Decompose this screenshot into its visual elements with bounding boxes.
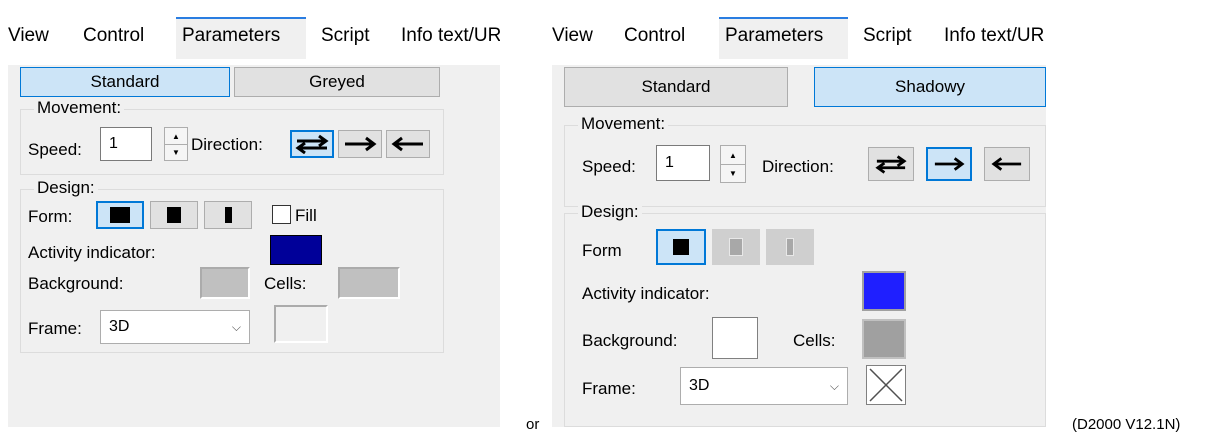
tab-parameters[interactable]: Parameters [176, 17, 306, 59]
bidirectional-arrows-icon [295, 134, 329, 154]
form-medium-button[interactable] [712, 229, 760, 265]
speed-stepper[interactable]: ▲ ▼ [720, 145, 746, 183]
tab-view[interactable]: View [552, 25, 593, 47]
direction-left-button[interactable] [386, 130, 430, 158]
fill-checkbox[interactable] [272, 205, 291, 224]
chevron-down-icon: ⌵ [829, 379, 839, 393]
x-cross-icon [869, 368, 903, 402]
speed-label: Speed: [28, 140, 82, 159]
shadowy-toggle-button[interactable]: Shadowy [814, 67, 1046, 107]
tab-info-text[interactable]: Info text/UR [944, 25, 1044, 47]
background-color-swatch[interactable] [200, 267, 250, 299]
speed-input[interactable]: 1 [100, 127, 152, 161]
activity-indicator-label: Activity indicator: [28, 243, 156, 262]
direction-label: Direction: [191, 135, 263, 154]
movement-group-label: Movement: [578, 114, 669, 134]
frame-label: Frame: [582, 379, 636, 398]
frame-select[interactable]: 3D ⌵ [100, 310, 250, 344]
spin-up-icon[interactable]: ▲ [721, 146, 745, 165]
bidirectional-arrows-icon [875, 155, 907, 174]
tab-view[interactable]: View [8, 25, 49, 47]
cells-color-swatch[interactable] [862, 319, 906, 359]
tab-control[interactable]: Control [83, 25, 144, 47]
greyed-toggle-button[interactable]: Greyed [234, 67, 440, 97]
tab-bar: View Control Parameters Script Info text… [8, 17, 500, 65]
form-medium-button[interactable] [150, 201, 198, 229]
tab-script[interactable]: Script [321, 25, 370, 47]
speed-stepper[interactable]: ▲ ▼ [164, 127, 188, 161]
right-arrow-icon [345, 136, 377, 152]
frame-select[interactable]: 3D ⌵ [680, 367, 848, 405]
form-narrow-button[interactable] [204, 201, 252, 229]
speed-input[interactable]: 1 [656, 145, 710, 181]
cells-label: Cells: [264, 274, 307, 293]
frame-preview[interactable] [274, 305, 328, 343]
direction-both-button[interactable] [868, 147, 914, 181]
spin-up-icon[interactable]: ▲ [165, 128, 187, 145]
cells-label: Cells: [793, 331, 836, 350]
design-group-label: Design: [34, 178, 98, 198]
direction-right-button[interactable] [338, 130, 382, 158]
narrow-block-icon [224, 207, 232, 223]
activity-indicator-color-swatch[interactable] [862, 271, 906, 311]
background-label: Background: [28, 274, 124, 293]
tab-info-text[interactable]: Info text/UR [401, 25, 500, 47]
tab-bar: View Control Parameters Script Info text… [552, 17, 1046, 65]
chevron-down-icon: ⌵ [231, 320, 241, 334]
movement-group-label: Movement: [34, 98, 125, 118]
version-caption: (D2000 V12.1N) [1072, 416, 1181, 433]
speed-label: Speed: [582, 157, 636, 176]
direction-label: Direction: [762, 157, 834, 176]
frame-preview[interactable] [866, 365, 906, 405]
form-full-button[interactable] [96, 201, 144, 229]
frame-select-value: 3D [689, 377, 710, 394]
tab-control[interactable]: Control [624, 25, 685, 47]
narrow-block-icon [786, 238, 794, 256]
tab-script[interactable]: Script [863, 25, 912, 47]
parameters-panel-standard-greyed: View Control Parameters Script Info text… [8, 17, 500, 427]
frame-select-value: 3D [109, 318, 130, 335]
direction-right-button[interactable] [926, 147, 972, 181]
fill-label: Fill [295, 206, 317, 225]
form-label: Form: [28, 207, 73, 226]
spin-down-icon[interactable]: ▼ [721, 164, 745, 182]
background-color-swatch[interactable] [712, 317, 758, 359]
activity-indicator-label: Activity indicator: [582, 284, 710, 303]
left-arrow-icon [391, 136, 423, 152]
full-block-icon [110, 207, 130, 223]
spin-down-icon[interactable]: ▼ [165, 144, 187, 160]
or-separator: or [526, 416, 540, 433]
background-label: Background: [582, 331, 678, 350]
design-group-label: Design: [578, 202, 642, 222]
full-block-icon [673, 239, 689, 255]
tab-parameters[interactable]: Parameters [719, 17, 848, 59]
standard-toggle-button[interactable]: Standard [564, 67, 788, 107]
medium-block-icon [729, 238, 743, 256]
activity-indicator-color-swatch[interactable] [270, 235, 322, 265]
standard-toggle-button[interactable]: Standard [20, 67, 230, 97]
parameters-panel-standard-shadowy: View Control Parameters Script Info text… [552, 17, 1046, 427]
form-narrow-button[interactable] [766, 229, 814, 265]
medium-block-icon [167, 207, 181, 223]
frame-label: Frame: [28, 319, 82, 338]
direction-left-button[interactable] [984, 147, 1030, 181]
form-full-button[interactable] [656, 229, 706, 265]
cells-color-swatch[interactable] [338, 267, 400, 299]
right-arrow-icon [934, 157, 965, 171]
left-arrow-icon [991, 157, 1022, 171]
form-label: Form [582, 241, 622, 260]
direction-both-button[interactable] [290, 130, 334, 158]
